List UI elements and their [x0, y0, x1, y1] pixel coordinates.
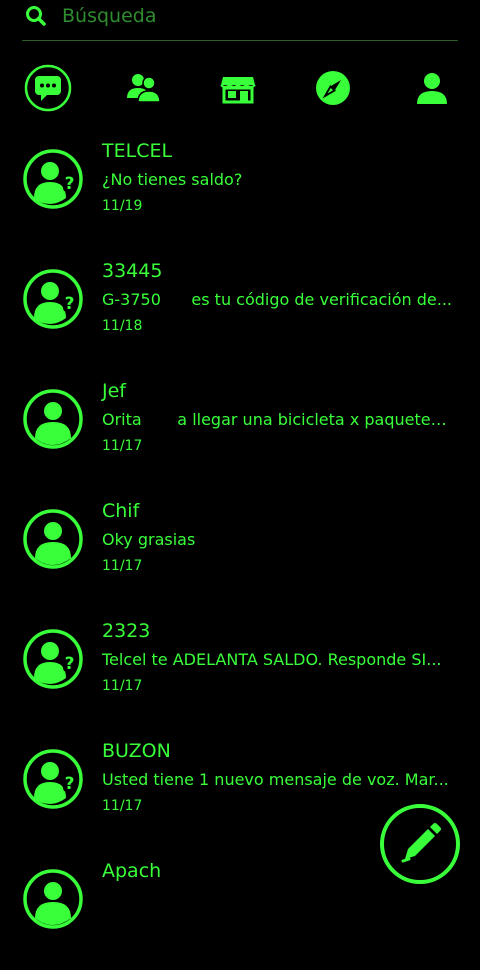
contact-name: BUZON: [102, 740, 171, 762]
contact-name: 2323: [102, 620, 151, 642]
unknown-contact-avatar-icon: ?: [23, 749, 83, 809]
conversation-item[interactable]: ? 33445 G-3750 es tu código de verificac…: [0, 250, 480, 370]
contact-avatar-icon: [23, 509, 83, 569]
message-preview: Usted tiene 1 nuevo mensaje de voz. Mar.…: [102, 770, 449, 789]
conversation-item[interactable]: ? TELCEL ¿No tienes saldo? 11/19: [0, 130, 480, 250]
tab-discover[interactable]: [307, 62, 359, 114]
unknown-contact-avatar-icon: ?: [23, 149, 83, 209]
svg-text:?: ?: [65, 294, 75, 314]
unknown-contact-avatar-icon: ?: [23, 629, 83, 689]
message-preview: Telcel te ADELANTA SALDO. Responde SI...: [102, 650, 442, 669]
contact-name: 33445: [102, 260, 163, 282]
tab-profile[interactable]: [406, 62, 458, 114]
tab-bar: [0, 62, 480, 114]
message-preview: G-3750 es tu código de verificación de..…: [102, 290, 452, 309]
conversation-item[interactable]: ? 2323 Telcel te ADELANTA SALDO. Respond…: [0, 610, 480, 730]
unknown-contact-avatar-icon: ?: [23, 269, 83, 329]
message-preview: Orita a llegar una bicicleta x paqueteri…: [102, 410, 452, 429]
message-preview: ¿No tienes saldo?: [102, 170, 243, 189]
search-input[interactable]: [60, 4, 404, 28]
message-date: 11/17: [102, 798, 143, 814]
compass-icon: [316, 71, 350, 105]
contact-avatar-icon: [23, 389, 83, 449]
store-icon: [220, 77, 256, 104]
contact-avatar-icon: [23, 869, 83, 929]
message-date: 11/17: [102, 678, 143, 694]
pencil-icon: [380, 804, 460, 884]
message-date: 11/17: [102, 438, 143, 454]
message-date: 11/19: [102, 198, 143, 214]
message-date: 11/17: [102, 558, 143, 574]
compose-button[interactable]: [378, 802, 462, 886]
contacts-icon: [127, 74, 161, 103]
svg-text:?: ?: [65, 774, 75, 794]
tab-chats[interactable]: [22, 62, 74, 114]
contact-name: Jef: [102, 380, 126, 402]
message-date: 11/18: [102, 318, 143, 334]
conversation-item[interactable]: Jef Orita a llegar una bicicleta x paque…: [0, 370, 480, 490]
chat-bubble-icon: [24, 64, 72, 112]
contact-name: Chif: [102, 500, 140, 522]
message-preview: Oky grasias: [102, 530, 196, 549]
svg-text:?: ?: [65, 174, 75, 194]
tab-store[interactable]: [212, 62, 264, 114]
profile-icon: [417, 73, 447, 104]
tab-contacts[interactable]: [117, 62, 169, 114]
conversation-item[interactable]: Chif Oky grasias 11/17: [0, 490, 480, 610]
contact-name: TELCEL: [102, 140, 173, 162]
search-bar[interactable]: [22, 0, 458, 41]
contact-name: Apach: [102, 860, 162, 882]
search-icon: [26, 6, 46, 26]
svg-text:?: ?: [65, 654, 75, 674]
